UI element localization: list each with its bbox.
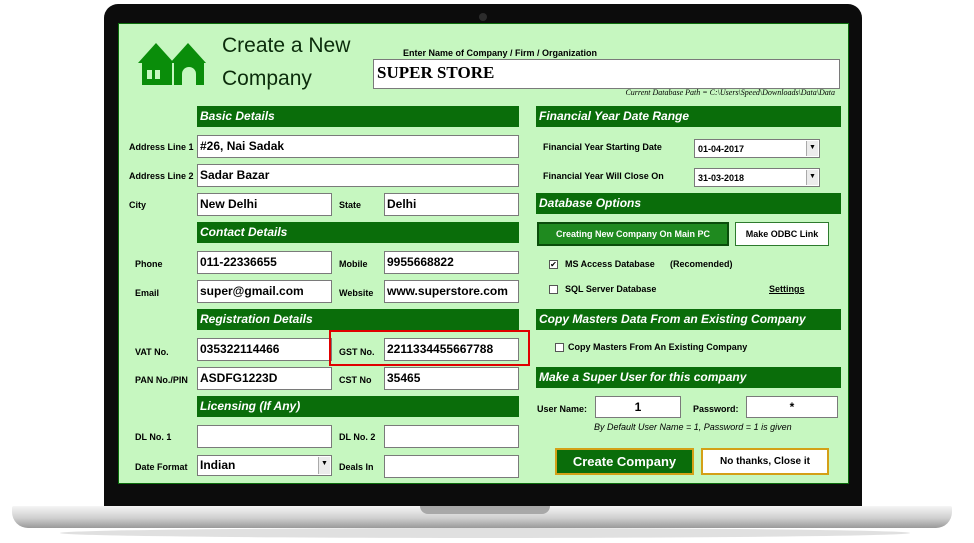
database-path: Current Database Path = C:\Users\Speed\D… [625,88,835,97]
chevron-down-icon[interactable]: ▼ [806,141,818,156]
create-company-button[interactable]: Create Company [555,448,694,475]
registration-details-header: Registration Details [197,309,519,330]
website-label: Website [339,288,374,298]
dl1-input[interactable] [197,425,332,448]
company-name-input[interactable]: SUPER STORE [373,59,840,89]
chevron-down-icon[interactable]: ▼ [318,457,330,474]
dl2-label: DL No. 2 [339,432,376,442]
copy-masters-label: Copy Masters From An Existing Company [568,342,748,352]
deals-in-input[interactable] [384,455,519,478]
house-icon [138,43,206,85]
copy-masters-header: Copy Masters Data From an Existing Compa… [536,309,841,330]
mobile-input[interactable]: 9955668822 [384,251,519,274]
user-name-input[interactable]: 1 [595,396,681,418]
vat-label: VAT No. [135,347,169,357]
settings-link[interactable]: Settings [769,284,805,294]
super-user-header: Make a Super User for this company [536,367,841,388]
city-input[interactable]: New Delhi [197,193,332,216]
sql-server-label: SQL Server Database [565,284,657,294]
address1-input[interactable]: #26, Nai Sadak [197,135,519,158]
close-button[interactable]: No thanks, Close it [701,448,829,475]
dl1-label: DL No. 1 [135,432,172,442]
state-input[interactable]: Delhi [384,193,519,216]
contact-details-header: Contact Details [197,222,519,243]
laptop-shadow [60,528,910,538]
mobile-label: Mobile [339,259,368,269]
create-on-main-pc-button[interactable]: Creating New Company On Main PC [537,222,729,246]
fy-start-value: 01-04-2017 [698,144,745,154]
date-format-value: Indian [200,458,236,472]
gst-input[interactable]: 2211334455667788 [384,338,519,361]
create-company-window: Create a New Company Enter Name of Compa… [118,23,849,484]
laptop-notch [420,506,550,514]
city-label: City [129,200,147,210]
fy-start-label: Financial Year Starting Date [543,142,662,152]
deals-in-label: Deals In [339,462,374,472]
dl2-input[interactable] [384,425,519,448]
ms-access-checkbox[interactable]: ✔ [549,260,558,269]
website-input[interactable]: www.superstore.com [384,280,519,303]
copy-masters-checkbox[interactable] [555,343,564,352]
make-odbc-link-button[interactable]: Make ODBC Link [735,222,829,246]
email-input[interactable]: super@gmail.com [197,280,332,303]
financial-year-header: Financial Year Date Range [536,106,841,127]
fy-start-select[interactable]: 01-04-2017 ▼ [694,139,820,158]
email-label: Email [135,288,160,298]
fy-close-label: Financial Year Will Close On [543,171,664,181]
address2-input[interactable]: Sadar Bazar [197,164,519,187]
database-options-header: Database Options [536,193,841,214]
basic-details-header: Basic Details [197,106,519,127]
vat-input[interactable]: 035322114466 [197,338,332,361]
pan-label: PAN No./PIN [135,375,188,385]
company-name-label: Enter Name of Company / Firm / Organizat… [403,48,598,58]
address1-label: Address Line 1 [129,142,194,152]
licensing-header: Licensing (If Any) [197,396,519,417]
phone-label: Phone [135,259,163,269]
fy-close-value: 31-03-2018 [698,173,745,183]
recommended-label: (Recomended) [670,259,733,269]
cst-input[interactable]: 35465 [384,367,519,390]
cst-label: CST No [339,375,372,385]
phone-input[interactable]: 011-22336655 [197,251,332,274]
sql-server-checkbox[interactable] [549,285,558,294]
ms-access-label: MS Access Database [565,259,655,269]
password-label: Password: [693,404,739,414]
gst-label: GST No. [339,347,375,357]
fy-close-select[interactable]: 31-03-2018 ▼ [694,168,820,187]
date-format-select[interactable]: Indian ▼ [197,455,332,476]
page-title-line2: Company [222,67,312,90]
user-name-label: User Name: [537,404,588,414]
password-input[interactable]: * [746,396,838,418]
chevron-down-icon[interactable]: ▼ [806,170,818,185]
state-label: State [339,200,362,210]
address2-label: Address Line 2 [129,171,194,181]
webcam [479,13,487,21]
page-title: Create a New [222,34,351,57]
default-credentials-hint: By Default User Name = 1, Password = 1 i… [594,422,792,432]
pan-input[interactable]: ASDFG1223D [197,367,332,390]
date-format-label: Date Format [135,462,188,472]
